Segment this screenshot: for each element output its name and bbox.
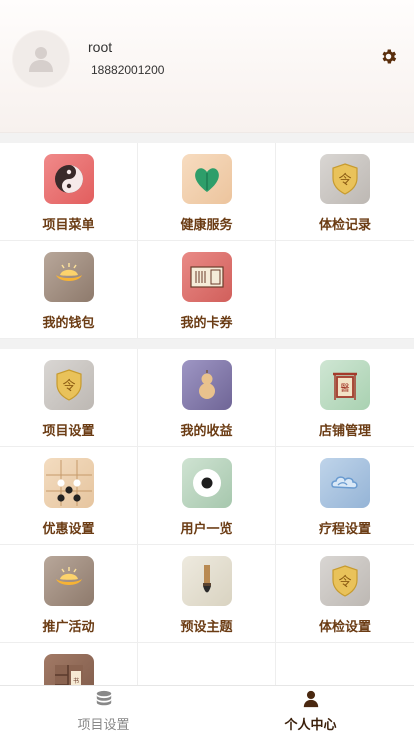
menu-item-label: 用户一览 — [180, 521, 233, 536]
phone-number: 18882001200 — [91, 63, 165, 77]
tab-label: 个人中心 — [284, 717, 337, 732]
shield-order-icon: 令 — [320, 556, 370, 606]
profile-header: root 18882001200 — [0, 0, 414, 133]
tab-personal-center[interactable]: 个人中心 — [207, 686, 414, 732]
svg-text:书: 书 — [72, 677, 78, 685]
cloud-icon — [320, 458, 370, 508]
gear-icon[interactable] — [379, 47, 398, 66]
tab-project-settings[interactable]: 项目设置 — [0, 686, 207, 732]
go-stone-icon — [181, 458, 232, 508]
menu-item[interactable]: 令体检设置 — [276, 545, 414, 643]
menu-item[interactable]: 我的收益 — [138, 349, 276, 447]
menu-item[interactable]: 我的卡券 — [138, 241, 276, 339]
svg-text:令: 令 — [62, 379, 75, 394]
ingot-icon — [43, 252, 94, 302]
svg-text:醫: 醫 — [340, 383, 349, 394]
menu-item-label: 健康服务 — [180, 217, 233, 232]
menu-item[interactable]: 令项目设置 — [0, 349, 138, 447]
empty-cell — [276, 241, 414, 339]
menu-item[interactable]: 疗程设置 — [276, 447, 414, 545]
person-icon — [303, 690, 318, 708]
yin-yang-icon — [43, 154, 94, 204]
menu-item[interactable]: 推广活动 — [0, 545, 138, 643]
ingot-icon — [43, 556, 94, 606]
menu-item-label: 项目设置 — [42, 423, 95, 438]
menu-item[interactable]: 用户一览 — [138, 447, 276, 545]
menu-item-label: 我的卡券 — [180, 315, 233, 330]
section-divider — [0, 133, 414, 143]
user-silhouette-icon — [29, 47, 53, 72]
menu-grid-primary: 项目菜单 健康服务 令体检记录我的钱包 我的卡券 — [0, 143, 414, 339]
menu-item-label: 体检记录 — [318, 217, 371, 232]
menu-item-label: 预设主题 — [180, 619, 233, 634]
menu-item-label: 店铺管理 — [318, 423, 371, 438]
scroll-card-icon — [181, 252, 232, 302]
shield-order-icon: 令 — [320, 154, 370, 204]
bottom-tab-bar: 项目设置 个人中心 — [0, 685, 414, 732]
username: root — [88, 39, 113, 55]
menu-item-label: 项目菜单 — [42, 217, 95, 232]
menu-item-label: 我的收益 — [180, 423, 233, 438]
database-icon — [96, 690, 111, 706]
menu-item-label: 疗程设置 — [318, 521, 371, 536]
menu-item-label: 体检设置 — [318, 619, 371, 634]
menu-item-label: 推广活动 — [42, 619, 95, 634]
heart-leaf-icon — [181, 154, 232, 204]
menu-item[interactable]: 项目菜单 — [0, 143, 138, 241]
menu-item[interactable]: 令体检记录 — [276, 143, 414, 241]
menu-item-label: 优惠设置 — [42, 521, 95, 536]
brush-icon — [181, 556, 232, 606]
gourd-icon — [181, 360, 232, 410]
svg-text:令: 令 — [338, 575, 351, 590]
section-divider — [0, 339, 414, 349]
shop-sign-icon: 醫 — [320, 360, 370, 410]
menu-item-label: 我的钱包 — [42, 315, 95, 330]
go-board-icon — [43, 458, 94, 508]
menu-item[interactable]: 醫店铺管理 — [276, 349, 414, 447]
svg-text:令: 令 — [338, 173, 351, 188]
menu-item[interactable]: 预设主题 — [138, 545, 276, 643]
menu-item[interactable]: 健康服务 — [138, 143, 276, 241]
shield-order-icon: 令 — [43, 360, 94, 410]
menu-grid-admin: 令项目设置 我的收益醫店铺管理 优惠设置 用户一览 疗程设置 推广活动 预设主题令体检设置书 — [0, 349, 414, 732]
tab-label: 项目设置 — [77, 717, 130, 732]
avatar[interactable] — [13, 31, 69, 87]
menu-item[interactable]: 我的钱包 — [0, 241, 138, 339]
menu-item[interactable]: 优惠设置 — [0, 447, 138, 545]
